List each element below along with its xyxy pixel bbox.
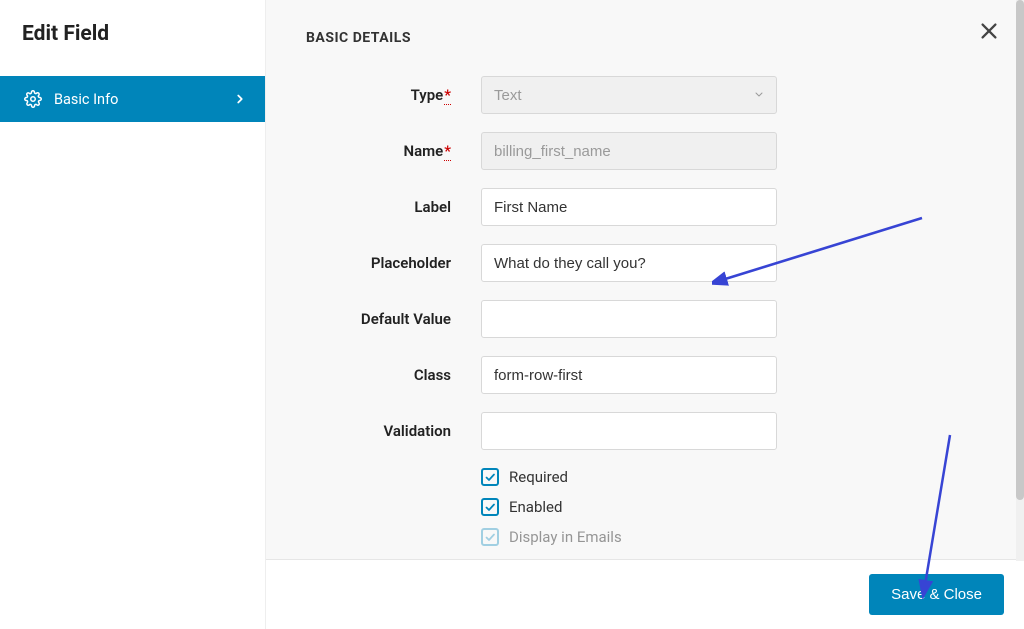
sidebar-item-basic-info[interactable]: Basic Info <box>0 76 265 122</box>
sidebar-item-label: Basic Info <box>54 91 233 108</box>
label-validation: Validation <box>306 422 481 440</box>
main-panel: BASIC DETAILS Type* Name* <box>265 0 1024 629</box>
type-select[interactable] <box>481 76 777 114</box>
label-default-value: Default Value <box>306 310 481 328</box>
label-placeholder: Placeholder <box>306 254 481 272</box>
scrollbar-thumb[interactable] <box>1016 0 1024 500</box>
scrollbar-track[interactable] <box>1016 0 1024 561</box>
enabled-checkbox[interactable] <box>481 498 499 516</box>
display-emails-checkbox[interactable] <box>481 528 499 546</box>
required-label: Required <box>509 468 568 486</box>
class-input[interactable] <box>481 356 777 394</box>
save-close-button[interactable]: Save & Close <box>869 574 1004 615</box>
footer: Save & Close <box>266 559 1024 629</box>
validation-input[interactable] <box>481 412 777 450</box>
label-input[interactable] <box>481 188 777 226</box>
sidebar: Edit Field Basic Info <box>0 0 265 629</box>
label-name: Name* <box>306 142 481 160</box>
chevron-right-icon <box>233 92 247 106</box>
display-emails-label: Display in Emails <box>509 528 622 546</box>
label-type: Type* <box>306 86 481 104</box>
section-title: BASIC DETAILS <box>306 30 984 46</box>
required-checkbox[interactable] <box>481 468 499 486</box>
label-label: Label <box>306 198 481 216</box>
label-class: Class <box>306 366 481 384</box>
gear-icon <box>24 90 42 108</box>
page-title: Edit Field <box>0 22 265 76</box>
default-value-input[interactable] <box>481 300 777 338</box>
placeholder-input[interactable] <box>481 244 777 282</box>
name-input[interactable] <box>481 132 777 170</box>
enabled-label: Enabled <box>509 498 562 516</box>
close-button[interactable] <box>978 20 1000 42</box>
